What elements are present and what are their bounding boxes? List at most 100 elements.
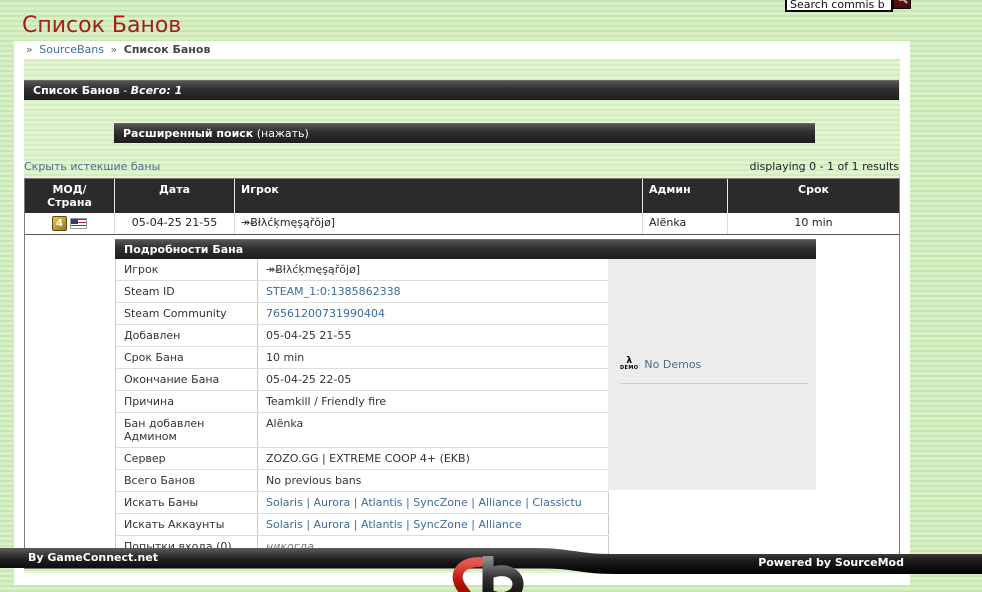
details-row: Игрок↠Ƀłλćķmęşąřŏjø] bbox=[116, 259, 608, 281]
ban-table-header: МОД/СтранаДатаИгрокАдминСрок bbox=[25, 179, 899, 213]
link-separator: | bbox=[303, 518, 314, 531]
footer-sourcemod-link[interactable]: Powered by SourceMod bbox=[758, 556, 904, 569]
details-label: Игрок bbox=[116, 259, 258, 280]
footer-gameconnect-link[interactable]: By GameConnect.net bbox=[28, 551, 158, 564]
ban-list-total: Всего: 1 bbox=[131, 84, 183, 97]
details-value: Teamkill / Friendly fire bbox=[258, 391, 609, 412]
details-label: Steam ID bbox=[116, 281, 258, 302]
details-row: Искать БаныSolaris | Aurora | Atlantis |… bbox=[116, 492, 608, 514]
ban-details-table: Игрок↠Ƀłλćķmęşąřŏjø]Steam ID STEAM_1:0:13… bbox=[115, 259, 608, 558]
details-link[interactable]: Alliance bbox=[478, 518, 521, 531]
search-icon bbox=[896, 0, 908, 7]
details-row: Искать Аккаунты Solaris | Aurora | Atlant… bbox=[116, 514, 608, 536]
ban-row[interactable]: 4 05-04-25 21-55 ↠Ƀłλćķmęşąřŏjø] Alënka … bbox=[25, 213, 899, 235]
link-separator: | bbox=[350, 496, 361, 509]
ban-details-title: Подробности Бана bbox=[124, 243, 243, 256]
ban-row-player: ↠Ƀłλćķmęşąřŏjø] bbox=[235, 213, 643, 234]
link-separator: | bbox=[468, 518, 479, 531]
advanced-search-label: Расширенный поиск bbox=[123, 127, 253, 140]
details-row: Срок Бана10 min bbox=[116, 347, 608, 369]
top-search-area bbox=[785, 0, 911, 12]
sourcebans-logo bbox=[428, 556, 548, 592]
search-input[interactable] bbox=[785, 0, 893, 12]
details-link[interactable]: Alliance bbox=[478, 496, 521, 509]
details-value: ZOZO.GG | EXTREME COOP 4+ (EKB) bbox=[258, 448, 609, 469]
ban-details-section: Подробности Бана Игрок↠Ƀłλćķmęşąřŏjø]Ste… bbox=[25, 235, 899, 568]
details-row: СерверZOZO.GG | EXTREME COOP 4+ (EKB) bbox=[116, 448, 608, 470]
no-demos-label: No Demos bbox=[644, 358, 701, 371]
hide-expired-bans-link[interactable]: Скрыть истекшие баны bbox=[24, 160, 160, 173]
ban-details-content: Игрок↠Ƀłλćķmęşąřŏjø]Steam ID STEAM_1:0:13… bbox=[115, 259, 816, 558]
ban-row-admin: Alënka bbox=[643, 213, 728, 234]
details-row: Steam ID STEAM_1:0:1385862338 bbox=[116, 281, 608, 303]
details-label: Бан добавлен Админом bbox=[116, 413, 258, 447]
link-separator: | bbox=[522, 496, 533, 509]
details-link[interactable]: SyncZone bbox=[413, 518, 468, 531]
ban-table: МОД/СтранаДатаИгрокАдминСрок 4 05-04-25 … bbox=[24, 178, 900, 569]
details-link[interactable]: Aurora bbox=[314, 496, 351, 509]
ban-row-mod-country: 4 bbox=[25, 213, 115, 234]
ban-details-header-bar: Подробности Бана bbox=[115, 239, 816, 259]
ban-list-sep: - bbox=[123, 84, 127, 97]
content-panel: » SourceBans » Список Банов Список Банов… bbox=[14, 41, 910, 585]
ban-row-date: 05-04-25 21-55 bbox=[115, 213, 235, 234]
ban-list-title: Список Банов bbox=[33, 84, 120, 97]
details-row: Steam Community76561200731990404 bbox=[116, 303, 608, 325]
link-separator: | bbox=[403, 518, 414, 531]
details-label: Искать Баны bbox=[116, 492, 258, 513]
details-value: STEAM_1:0:1385862338 bbox=[258, 281, 609, 302]
breadcrumb-current: Список Банов bbox=[124, 43, 211, 56]
details-label: Всего Банов bbox=[116, 470, 258, 491]
breadcrumb-separator: » bbox=[111, 43, 118, 56]
details-value: 05-04-25 21-55 bbox=[258, 325, 609, 346]
details-link[interactable]: Solaris bbox=[266, 518, 303, 531]
ban-list-header-bar: Список Банов - Всего: 1 bbox=[24, 80, 899, 100]
details-row: Окончание Бана05-04-25 22-05 bbox=[116, 369, 608, 391]
breadcrumb-separator: » bbox=[26, 43, 33, 56]
details-label: Сервер bbox=[116, 448, 258, 469]
details-label: Причина bbox=[116, 391, 258, 412]
details-label: Добавлен bbox=[116, 325, 258, 346]
column-header-4[interactable]: Срок bbox=[728, 179, 899, 213]
details-link[interactable]: Atlantis bbox=[361, 518, 403, 531]
link-separator: | bbox=[468, 496, 479, 509]
details-label: Срок Бана bbox=[116, 347, 258, 368]
details-link[interactable]: STEAM_1:0:1385862338 bbox=[266, 285, 401, 298]
results-count: displaying 0 - 1 of 1 results bbox=[750, 160, 899, 173]
us-flag-icon bbox=[70, 218, 87, 229]
details-link[interactable]: Solaris bbox=[266, 496, 303, 509]
game-4-icon: 4 bbox=[52, 216, 67, 231]
breadcrumb: » SourceBans » Список Банов bbox=[14, 41, 910, 59]
page-body: Список Банов - Всего: 1 Расширенный поис… bbox=[24, 59, 900, 573]
advanced-search-hint: (нажать) bbox=[257, 127, 309, 140]
column-header-0[interactable]: МОД/Страна bbox=[25, 179, 115, 213]
link-separator: | bbox=[403, 496, 414, 509]
column-header-1[interactable]: Дата bbox=[115, 179, 235, 213]
details-link[interactable]: Classictu bbox=[532, 496, 581, 509]
details-link[interactable]: SyncZone bbox=[413, 496, 468, 509]
listing-controls: Скрыть истекшие баны displaying 0 - 1 of… bbox=[24, 160, 900, 173]
page-background: Список Банов » SourceBans » Список Банов… bbox=[0, 0, 982, 592]
details-label: Окончание Бана bbox=[116, 369, 258, 390]
page-title: Список Банов bbox=[22, 13, 982, 38]
details-row: ПричинаTeamkill / Friendly fire bbox=[116, 391, 608, 413]
details-link[interactable]: 76561200731990404 bbox=[266, 307, 385, 320]
details-link[interactable]: Aurora bbox=[314, 518, 351, 531]
column-header-3[interactable]: Админ bbox=[643, 179, 728, 213]
advanced-search-toggle[interactable]: Расширенный поиск (нажать) bbox=[114, 123, 815, 143]
details-row: Всего БановNo previous bans bbox=[116, 470, 608, 492]
details-link[interactable]: Atlantis bbox=[361, 496, 403, 509]
no-demos-row: λ DEMO No Demos bbox=[620, 357, 808, 384]
details-value: Solaris | Aurora | Atlantis | SyncZone |… bbox=[258, 492, 609, 513]
breadcrumb-link-sourcebans[interactable]: SourceBans bbox=[39, 43, 104, 56]
details-value: 05-04-25 22-05 bbox=[258, 369, 609, 390]
details-row: Бан добавлен АдминомAlënka bbox=[116, 413, 608, 448]
column-header-2[interactable]: Игрок bbox=[235, 179, 643, 213]
details-value: Alënka bbox=[258, 413, 609, 447]
search-button[interactable] bbox=[893, 0, 911, 9]
ban-row-length: 10 min bbox=[728, 213, 899, 234]
details-row: Добавлен05-04-25 21-55 bbox=[116, 325, 608, 347]
details-value: ↠Ƀłλćķmęşąřŏjø] bbox=[258, 259, 609, 280]
details-label: Искать Аккаунты bbox=[116, 514, 258, 535]
demo-icon: λ DEMO bbox=[620, 357, 638, 371]
